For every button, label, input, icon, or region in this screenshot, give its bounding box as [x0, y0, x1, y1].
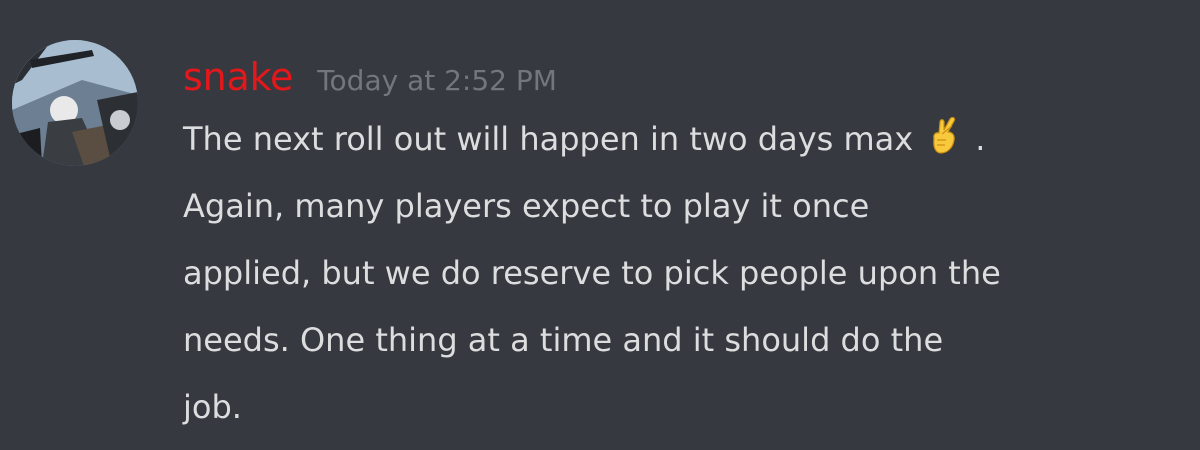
message-line: job.: [183, 374, 1188, 441]
crossed-fingers-icon: [925, 117, 963, 155]
message-line: The next roll out will happen in two day…: [183, 106, 1188, 173]
message-header: snake Today at 2:52 PM: [183, 48, 1188, 106]
message-line: needs. One thing at a time and it should…: [183, 307, 1188, 374]
message-body: snake Today at 2:52 PM The next roll out…: [183, 48, 1188, 441]
message-timestamp: Today at 2:52 PM: [317, 64, 557, 97]
message-line: Again, many players expect to play it on…: [183, 173, 1188, 240]
avatar[interactable]: [12, 40, 138, 166]
message-content: The next roll out will happen in two day…: [183, 106, 1188, 441]
message-text: The next roll out will happen in two day…: [183, 120, 914, 158]
message-text: needs. One thing at a time and it should…: [183, 321, 944, 359]
message-text: job.: [183, 388, 242, 426]
message-text: applied, but we do reserve to pick peopl…: [183, 254, 1001, 292]
chat-message: snake Today at 2:52 PM The next roll out…: [0, 0, 1200, 450]
message-text: Again, many players expect to play it on…: [183, 187, 870, 225]
author-name[interactable]: snake: [183, 48, 293, 106]
message-text: .: [975, 120, 986, 158]
message-line: applied, but we do reserve to pick peopl…: [183, 240, 1188, 307]
